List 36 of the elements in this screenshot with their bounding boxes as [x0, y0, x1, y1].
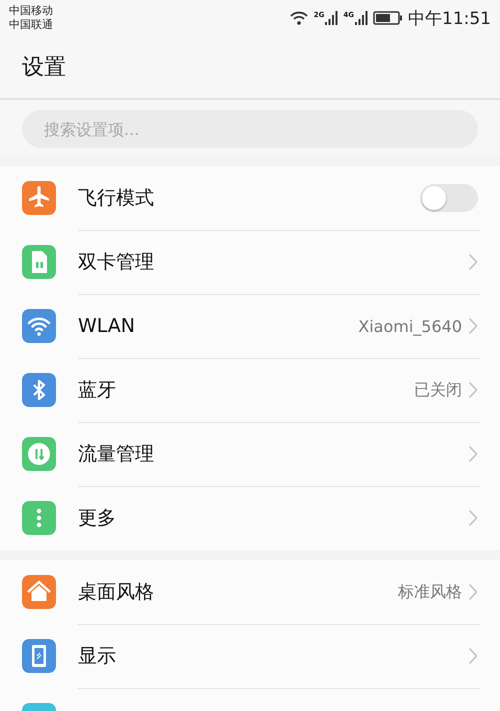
page-title: 设置	[22, 54, 66, 82]
chevron-icon	[468, 647, 478, 665]
settings-row[interactable]: 更多	[0, 486, 500, 550]
setting-label: 更多	[78, 506, 117, 531]
chevron-icon	[468, 317, 478, 335]
settings-row[interactable]: 桌面风格 标准风格	[0, 560, 500, 624]
chevron-icon	[468, 253, 478, 271]
carrier-name: 中国联通	[9, 18, 53, 32]
settings-row[interactable]: 双卡管理	[0, 230, 500, 294]
setting-label: 显示	[78, 644, 117, 669]
settings-row[interactable]: 流量管理	[0, 422, 500, 486]
setting-value: 标准风格	[398, 582, 462, 602]
settings-row[interactable]: 飞行模式	[0, 166, 500, 230]
setting-label: 桌面风格	[78, 580, 155, 605]
settings-row[interactable]: WLAN Xiaomi_5640	[0, 294, 500, 358]
wifi-icon	[288, 10, 309, 26]
setting-label: 流量管理	[78, 442, 155, 467]
chevron-icon	[468, 583, 478, 601]
signal-icon	[354, 11, 368, 25]
setting-label: 飞行模式	[78, 186, 155, 211]
chevron-icon	[468, 509, 478, 527]
setting-label: 双卡管理	[78, 250, 155, 275]
chevron-icon	[468, 445, 478, 463]
carrier-name: 中国移动	[9, 4, 53, 18]
clock-time: 中午11:51	[408, 8, 491, 30]
settings-row[interactable]: 蓝牙 已关闭	[0, 358, 500, 422]
chevron-icon	[468, 381, 478, 399]
settings-row[interactable]: 显示	[0, 624, 500, 688]
setting-label: WLAN	[78, 315, 136, 337]
signal-icon	[324, 11, 338, 25]
battery-icon	[373, 11, 403, 25]
setting-value: Xiaomi_5640	[358, 316, 462, 336]
setting-value: 已关闭	[414, 380, 462, 400]
toggle-switch[interactable]	[420, 184, 478, 212]
search-field[interactable]: 搜索设置项...	[22, 110, 478, 148]
setting-label: 蓝牙	[78, 378, 117, 403]
